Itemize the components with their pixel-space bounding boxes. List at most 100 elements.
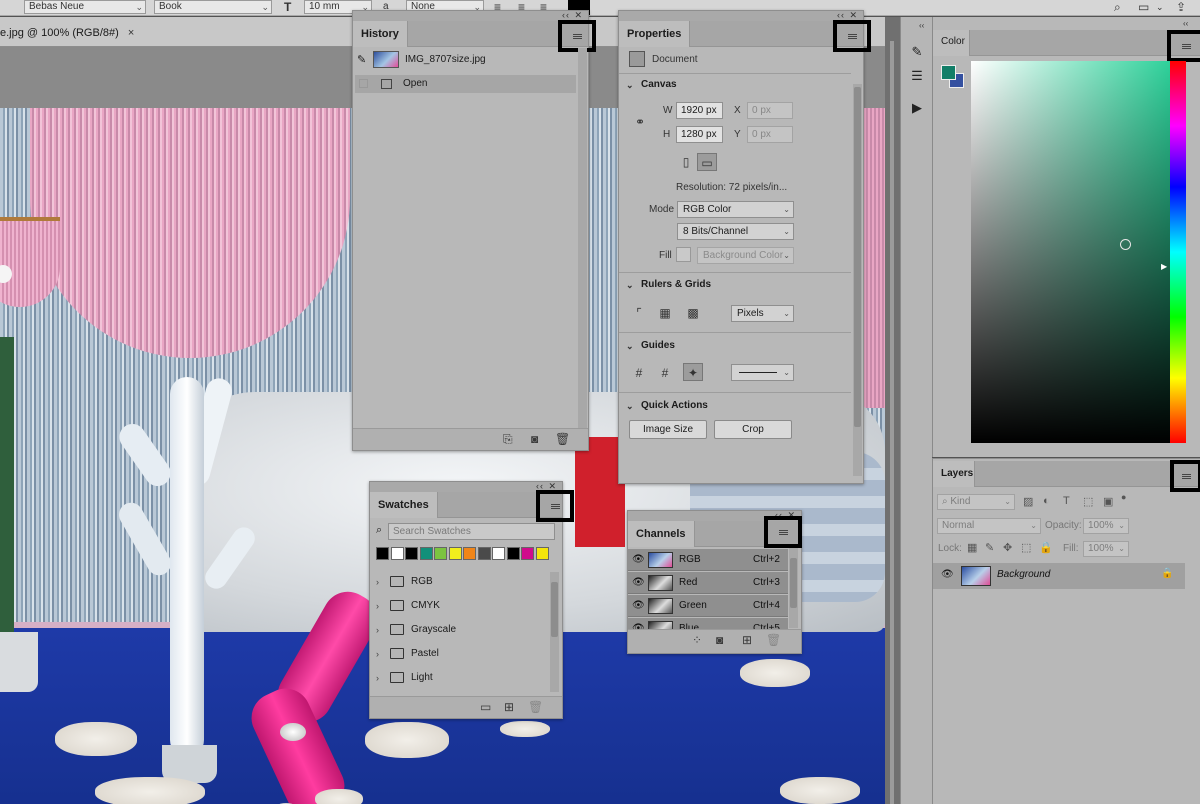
- section-guides-header[interactable]: ⌄ Guides: [619, 335, 851, 357]
- eye-icon[interactable]: 👁: [632, 595, 645, 617]
- saturation-brightness-field[interactable]: [971, 61, 1184, 443]
- properties-scrollbar[interactable]: [853, 84, 862, 476]
- hue-slider-marker[interactable]: ▶: [1161, 262, 1167, 271]
- section-rulers-header[interactable]: ⌄ Rulers & Grids: [619, 274, 851, 296]
- swatch-chip[interactable]: [535, 547, 549, 560]
- new-document-from-state-icon[interactable]: ⎘: [503, 432, 513, 447]
- tab-swatches[interactable]: Swatches: [370, 492, 438, 518]
- dock-scrollbar[interactable]: [890, 41, 894, 804]
- lock-image-icon[interactable]: ✎: [985, 541, 994, 554]
- swatches-search-input[interactable]: Search Swatches: [388, 523, 555, 540]
- layers-panel-menu-button[interactable]: [1170, 460, 1200, 492]
- tab-color[interactable]: Color: [933, 30, 970, 56]
- color-picker-ring[interactable]: [1120, 239, 1131, 250]
- swatch-chip[interactable]: [448, 547, 462, 560]
- collapse-icon[interactable]: ‹‹: [837, 10, 845, 20]
- history-snapshot[interactable]: ✎ IMG_8707size.jpg: [355, 51, 576, 69]
- eye-icon[interactable]: 👁: [941, 569, 954, 580]
- lock-guides-icon[interactable]: #: [655, 364, 675, 382]
- properties-panel-menu-button[interactable]: [833, 20, 871, 52]
- swatches-panel-menu-button[interactable]: [536, 490, 574, 522]
- channels-scrollbar[interactable]: [789, 548, 798, 628]
- smart-guides-icon[interactable]: ✦: [683, 363, 703, 381]
- swatch-chip[interactable]: [376, 547, 389, 560]
- trash-icon[interactable]: 🗑: [555, 432, 570, 446]
- history-scrollbar[interactable]: [578, 48, 587, 428]
- chevron-right-icon[interactable]: ›: [376, 570, 379, 594]
- tab-properties[interactable]: Properties: [619, 21, 691, 47]
- close-icon[interactable]: ×: [128, 27, 134, 39]
- adjustments-icon[interactable]: ☰: [905, 65, 929, 87]
- eye-icon[interactable]: 👁: [632, 549, 645, 571]
- swatch-chip[interactable]: [477, 547, 491, 560]
- camera-icon[interactable]: ◙: [531, 432, 538, 446]
- panel-grip[interactable]: ‹‹ ✕: [619, 10, 863, 21]
- share-icon[interactable]: ⇪: [1176, 0, 1186, 15]
- chevron-right-icon[interactable]: ›: [376, 666, 379, 690]
- color-panel-menu-button[interactable]: [1167, 30, 1200, 62]
- portrait-orientation-icon[interactable]: ▯: [676, 153, 696, 171]
- artboard-lock-icon[interactable]: ⬚: [1021, 541, 1031, 554]
- swatch-chip[interactable]: [506, 547, 520, 560]
- eye-icon[interactable]: 👁: [632, 572, 645, 594]
- swatch-chip[interactable]: [434, 547, 447, 560]
- bit-depth-dropdown[interactable]: 8 Bits/Channel ⌄: [677, 223, 794, 240]
- panel-grip[interactable]: ‹‹ ✕: [353, 10, 588, 21]
- chevron-down-icon[interactable]: ⌄: [1156, 0, 1164, 15]
- swatch-chip[interactable]: [521, 547, 534, 560]
- grid-icon[interactable]: ▦: [655, 304, 675, 322]
- swatch-folder[interactable]: › Grayscale: [374, 618, 546, 642]
- swatch-chip[interactable]: [390, 547, 404, 560]
- landscape-orientation-icon[interactable]: ▭: [697, 153, 717, 171]
- tab-history[interactable]: History: [353, 21, 408, 47]
- font-family-dropdown[interactable]: Bebas Neue ⌄: [24, 0, 146, 14]
- history-step[interactable]: Open: [355, 75, 576, 93]
- lock-icon[interactable]: 🔒: [1161, 568, 1173, 579]
- guide-style-dropdown[interactable]: ⌄: [731, 364, 794, 381]
- image-size-button[interactable]: Image Size: [629, 420, 707, 439]
- chevron-right-icon[interactable]: ›: [376, 642, 379, 666]
- ruler-units-dropdown[interactable]: Pixels ⌄: [731, 305, 794, 322]
- channels-panel-menu-button[interactable]: [764, 516, 802, 548]
- scroll-thumb[interactable]: [551, 582, 558, 637]
- panel-grip[interactable]: ‹‹ ✕: [370, 481, 562, 492]
- history-panel-menu-button[interactable]: [558, 20, 596, 52]
- scroll-thumb[interactable]: [854, 87, 861, 427]
- swatch-folder[interactable]: › Light: [374, 666, 546, 690]
- collapse-icon[interactable]: ‹‹: [1183, 19, 1188, 28]
- new-swatch-icon[interactable]: ⊞: [504, 700, 514, 714]
- scroll-thumb[interactable]: [790, 558, 797, 608]
- lock-all-icon[interactable]: 🔒: [1039, 541, 1053, 554]
- crop-button[interactable]: Crop: [714, 420, 792, 439]
- load-selection-icon[interactable]: ⁘: [692, 633, 702, 647]
- history-brush-icon[interactable]: ✎: [357, 51, 366, 69]
- workspace-icon[interactable]: ▭: [1138, 0, 1149, 15]
- layer-row[interactable]: 👁 Background 🔒: [933, 563, 1185, 589]
- section-quick-actions-header[interactable]: ⌄ Quick Actions: [619, 395, 851, 417]
- actions-play-icon[interactable]: ▶: [905, 97, 929, 119]
- canvas-height-field[interactable]: 1280 px: [676, 126, 723, 143]
- history-source-checkbox[interactable]: [359, 79, 368, 88]
- foreground-color-swatch[interactable]: [941, 65, 956, 80]
- section-canvas-header[interactable]: ⌄ Canvas: [619, 74, 851, 96]
- chevron-right-icon[interactable]: ›: [376, 594, 379, 618]
- swatch-chip[interactable]: [419, 547, 433, 560]
- hue-slider[interactable]: [1170, 61, 1186, 443]
- swatches-scrollbar[interactable]: [550, 572, 559, 692]
- canvas-width-field[interactable]: 1920 px: [676, 102, 723, 119]
- swatch-chip[interactable]: [492, 547, 505, 560]
- swatch-folder[interactable]: › RGB: [374, 570, 546, 594]
- font-style-dropdown[interactable]: Book ⌄: [154, 0, 272, 14]
- pixel-grid-icon[interactable]: ▩: [683, 304, 703, 322]
- lock-transparency-icon[interactable]: ▦: [967, 541, 977, 554]
- swatch-folder[interactable]: › Pastel: [374, 642, 546, 666]
- collapse-icon[interactable]: ‹‹: [919, 21, 924, 30]
- search-icon[interactable]: ⌕: [1114, 0, 1121, 15]
- link-icon[interactable]: ⚭: [635, 115, 645, 129]
- save-selection-icon[interactable]: ◙: [716, 633, 723, 647]
- tab-channels[interactable]: Channels: [628, 521, 695, 547]
- tab-layers[interactable]: Layers: [933, 461, 975, 487]
- new-group-icon[interactable]: ▭: [480, 700, 491, 714]
- swatch-folder[interactable]: › CMYK: [374, 594, 546, 618]
- guides-icon[interactable]: #: [629, 364, 649, 382]
